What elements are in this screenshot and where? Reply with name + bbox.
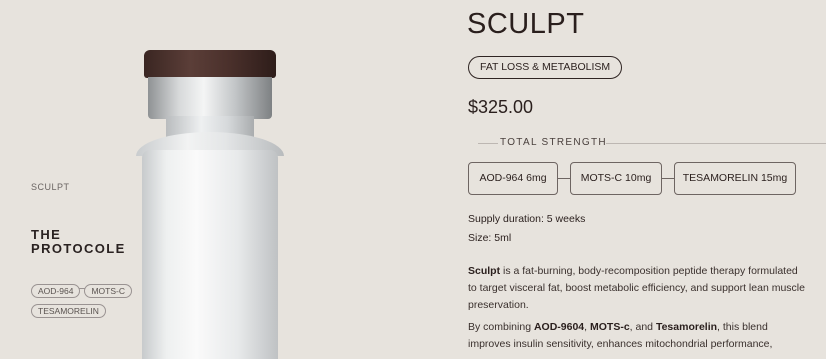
product-price: $325.00 [468, 97, 534, 117]
ingredient-connector [558, 178, 570, 179]
vial-cap [144, 50, 276, 78]
description-text: is a fat-burning, body-recomposition pep… [468, 265, 805, 311]
description-paragraph-1: Sculpt is a fat-burning, body-recomposit… [468, 263, 808, 314]
vial-pill: MOTS-C [84, 284, 132, 298]
vial-body [142, 150, 278, 359]
vial-pill: AOD-964 [31, 284, 81, 298]
ingredient-name-bold: Tesamorelin [655, 321, 718, 333]
product-size: Size: 5ml [468, 232, 512, 244]
total-strength-divider: TOTAL STRENGTH [468, 137, 826, 149]
description-text: By combining [468, 321, 534, 333]
divider-line [478, 143, 498, 144]
ingredient-box-tesamorelin: TESAMORELIN 15mg [674, 162, 796, 195]
vial-title-line2: PROTOCOLE [31, 241, 126, 256]
vial-crimp [148, 77, 272, 119]
ingredient-box-mots: MOTS-C 10mg [570, 162, 662, 195]
vial-title: THE PROTOCOLE [31, 228, 126, 256]
vial-ingredient-pills: AOD-964 MOTS-C TESAMORELIN [31, 281, 141, 321]
vial-pill: TESAMORELIN [31, 304, 106, 318]
category-chip[interactable]: FAT LOSS & METABOLISM [468, 56, 623, 79]
ingredient-name-bold: MOTS-c [590, 321, 630, 333]
vial-title-line1: THE [31, 227, 62, 242]
ingredient-connector [662, 178, 674, 179]
supply-duration: Supply duration: 5 weeks [468, 213, 586, 225]
product-vial-image [130, 50, 300, 359]
ingredient-box-aod: AOD-964 6mg [468, 162, 558, 195]
total-strength-label: TOTAL STRENGTH [500, 137, 607, 148]
description-text: , and [629, 321, 656, 333]
product-title: SCULPT [467, 8, 585, 40]
divider-line [606, 143, 826, 144]
ingredient-name-bold: AOD-9604 [533, 321, 585, 333]
description-bold-name: Sculpt [468, 265, 501, 277]
description-paragraph-2: By combining AOD-9604, MOTS-c, and Tesam… [468, 319, 808, 353]
vial-brand-label: SCULPT [31, 182, 70, 192]
